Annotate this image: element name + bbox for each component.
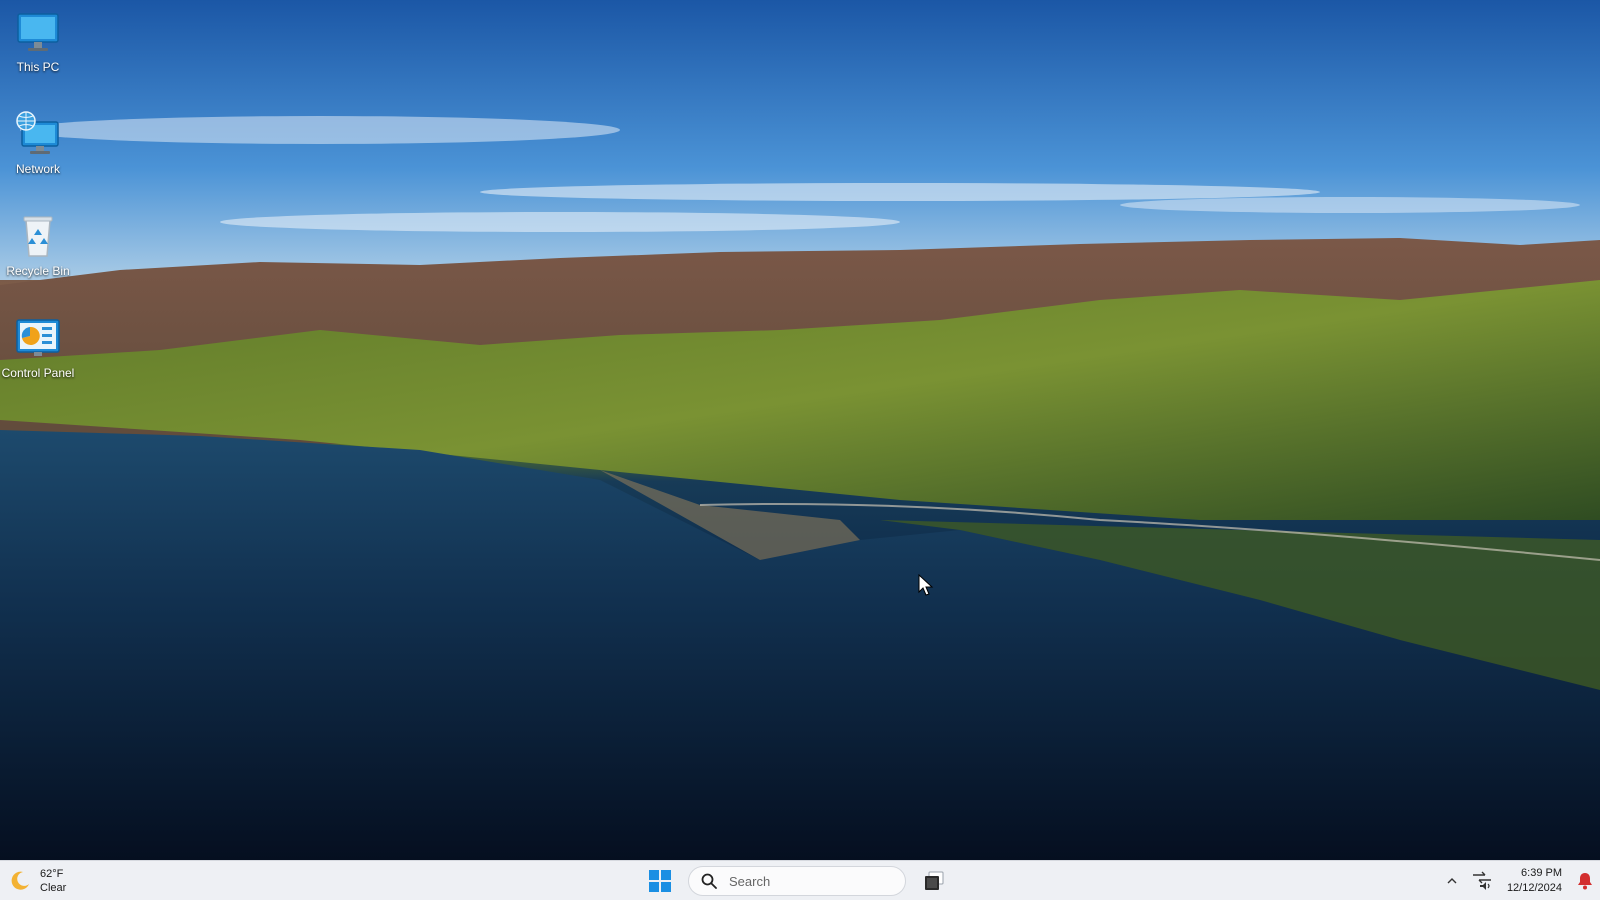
clock-time: 6:39 PM <box>1521 867 1562 879</box>
desktop-icon-this-pc[interactable]: This PC <box>0 8 76 74</box>
weather-temperature: 62°F <box>40 868 64 880</box>
control-panel-icon <box>14 314 62 362</box>
windows-logo-icon <box>649 870 671 892</box>
mouse-cursor-icon <box>918 574 934 596</box>
taskbar: 62°F Clear Search 6:39 PM 12/12/2024 <box>0 860 1600 900</box>
network-volume-icon <box>1472 871 1491 890</box>
clock-button[interactable]: 6:39 PM 12/12/2024 <box>1499 865 1570 897</box>
desktop-icon-label: Recycle Bin <box>6 264 70 278</box>
weather-widget[interactable]: 62°F Clear <box>8 867 66 895</box>
desktop[interactable]: This PC Network Recycle Bin Control Pane… <box>0 0 1600 860</box>
bell-icon <box>1578 873 1592 890</box>
desktop-icon-network[interactable]: Network <box>0 110 76 176</box>
show-hidden-icons-button[interactable] <box>1439 865 1465 897</box>
task-view-button[interactable] <box>920 867 948 895</box>
moon-icon <box>11 871 29 890</box>
search-icon <box>701 873 717 889</box>
start-button[interactable] <box>646 867 674 895</box>
network-icon <box>14 110 62 158</box>
system-tray: 6:39 PM 12/12/2024 <box>1439 861 1600 901</box>
weather-condition: Clear <box>40 882 67 894</box>
desktop-icon-label: Network <box>15 162 60 176</box>
network-volume-button[interactable] <box>1465 865 1499 897</box>
desktop-icon-label: Control Panel <box>1 366 75 380</box>
clock-date: 12/12/2024 <box>1506 882 1562 894</box>
monitor-icon <box>14 8 62 56</box>
notification-button[interactable] <box>1570 865 1600 897</box>
chevron-up-icon <box>1447 878 1457 884</box>
task-view-icon <box>925 871 944 890</box>
desktop-icon-label: This PC <box>16 60 60 74</box>
wallpaper-image <box>0 0 1600 860</box>
desktop-icon-recycle-bin[interactable]: Recycle Bin <box>0 212 76 278</box>
taskbar-search-box[interactable] <box>688 866 906 896</box>
recycle-bin-icon <box>14 212 62 260</box>
search-input[interactable] <box>727 872 881 890</box>
desktop-icon-control-panel[interactable]: Control Panel <box>0 314 76 380</box>
